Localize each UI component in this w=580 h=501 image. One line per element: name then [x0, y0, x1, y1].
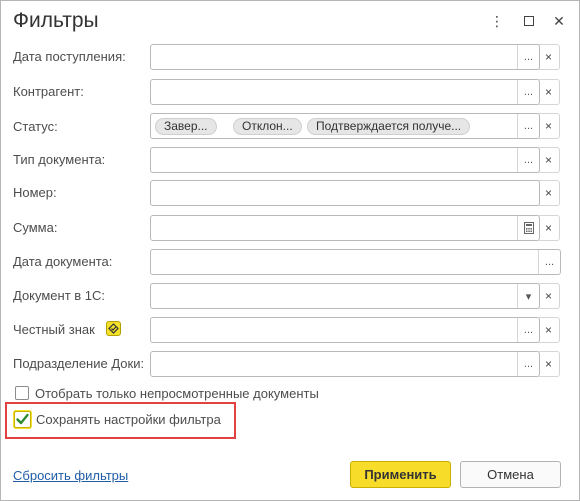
doc-type-input[interactable]: ... — [150, 147, 540, 173]
select-button[interactable]: ... — [517, 80, 539, 104]
row-counterparty: Контрагент: ... × — [1, 79, 580, 105]
honest-sign-logo-shape — [108, 323, 119, 334]
apply-button[interactable]: Применить — [350, 461, 451, 488]
filters-dialog: Фильтры ⋮ ✕ Дата поступления: ... × Конт… — [0, 0, 580, 501]
receipt-date-input[interactable]: ... — [150, 44, 540, 70]
clear-icon[interactable]: × — [538, 79, 560, 105]
sum-label: Сумма: — [13, 220, 58, 235]
dialog-title: Фильтры — [13, 9, 99, 32]
select-button[interactable]: ... — [517, 318, 539, 342]
clear-icon[interactable]: × — [538, 113, 560, 139]
clear-icon[interactable]: × — [538, 215, 560, 241]
clear-icon[interactable]: × — [538, 283, 560, 309]
honest-sign-label: Честный знак — [13, 322, 95, 337]
receipt-date-label: Дата поступления: — [13, 49, 126, 64]
calculator-icon[interactable] — [517, 216, 539, 240]
select-button[interactable]: ... — [517, 45, 539, 69]
chevron-down-icon[interactable]: ▾ — [517, 284, 539, 308]
save-settings-label[interactable]: Сохранять настройки фильтра — [36, 412, 221, 427]
status-label: Статус: — [13, 119, 58, 134]
row-status: Статус: Завер... Отклон... Подтверждаетс… — [1, 113, 580, 139]
close-icon[interactable]: ✕ — [549, 11, 569, 31]
row-doc-type: Тип документа: ... × — [1, 147, 580, 173]
doki-unit-label: Подразделение Доки: — [13, 356, 145, 371]
counterparty-input[interactable]: ... — [150, 79, 540, 105]
select-button[interactable]: ... — [517, 352, 539, 376]
row-sum: Сумма: × — [1, 215, 580, 241]
row-doki-unit: Подразделение Доки: ... × — [1, 351, 580, 377]
counterparty-label: Контрагент: — [13, 84, 84, 99]
doc-1c-select[interactable]: ▾ — [150, 283, 540, 309]
doc-1c-label: Документ в 1С: — [13, 288, 106, 303]
doc-date-label: Дата документа: — [13, 254, 113, 269]
row-number: Номер: × — [1, 180, 580, 206]
select-button[interactable]: ... — [538, 250, 560, 274]
number-input[interactable] — [150, 180, 540, 206]
doc-type-label: Тип документа: — [13, 152, 106, 167]
row-honest-sign: Честный знак ... × — [1, 317, 580, 343]
more-menu-icon[interactable]: ⋮ — [487, 11, 507, 31]
status-chip[interactable]: Подтверждается получе... — [307, 118, 471, 135]
clear-icon[interactable]: × — [538, 180, 560, 206]
status-chip[interactable]: Завер... — [155, 118, 217, 135]
checkmark-icon — [16, 413, 29, 425]
unviewed-only-checkbox[interactable] — [15, 386, 29, 400]
clear-icon[interactable]: × — [538, 147, 560, 173]
doki-unit-input[interactable]: ... — [150, 351, 540, 377]
select-button[interactable]: ... — [517, 148, 539, 172]
select-button[interactable]: ... — [517, 114, 539, 138]
row-doc-1c: Документ в 1С: ▾ × — [1, 283, 580, 309]
calculator-icon-shape — [523, 222, 534, 234]
honest-sign-logo-icon — [106, 321, 121, 336]
row-doc-date: Дата документа: ... — [1, 249, 580, 275]
honest-sign-input[interactable]: ... — [150, 317, 540, 343]
status-chip[interactable]: Отклон... — [233, 118, 302, 135]
doc-date-input[interactable]: ... — [150, 249, 561, 275]
sum-input[interactable] — [150, 215, 540, 241]
reset-filters-link[interactable]: Сбросить фильтры — [13, 468, 128, 483]
maximize-icon-shape — [524, 16, 534, 26]
status-input[interactable]: Завер... Отклон... Подтверждается получе… — [150, 113, 540, 139]
number-label: Номер: — [13, 185, 57, 200]
clear-icon[interactable]: × — [538, 44, 560, 70]
save-settings-checkbox[interactable] — [14, 411, 31, 428]
unviewed-only-label[interactable]: Отобрать только непросмотренные документ… — [35, 386, 319, 401]
clear-icon[interactable]: × — [538, 317, 560, 343]
maximize-icon[interactable] — [519, 11, 539, 31]
cancel-button[interactable]: Отмена — [460, 461, 561, 488]
row-receipt-date: Дата поступления: ... × — [1, 44, 580, 70]
clear-icon[interactable]: × — [538, 351, 560, 377]
